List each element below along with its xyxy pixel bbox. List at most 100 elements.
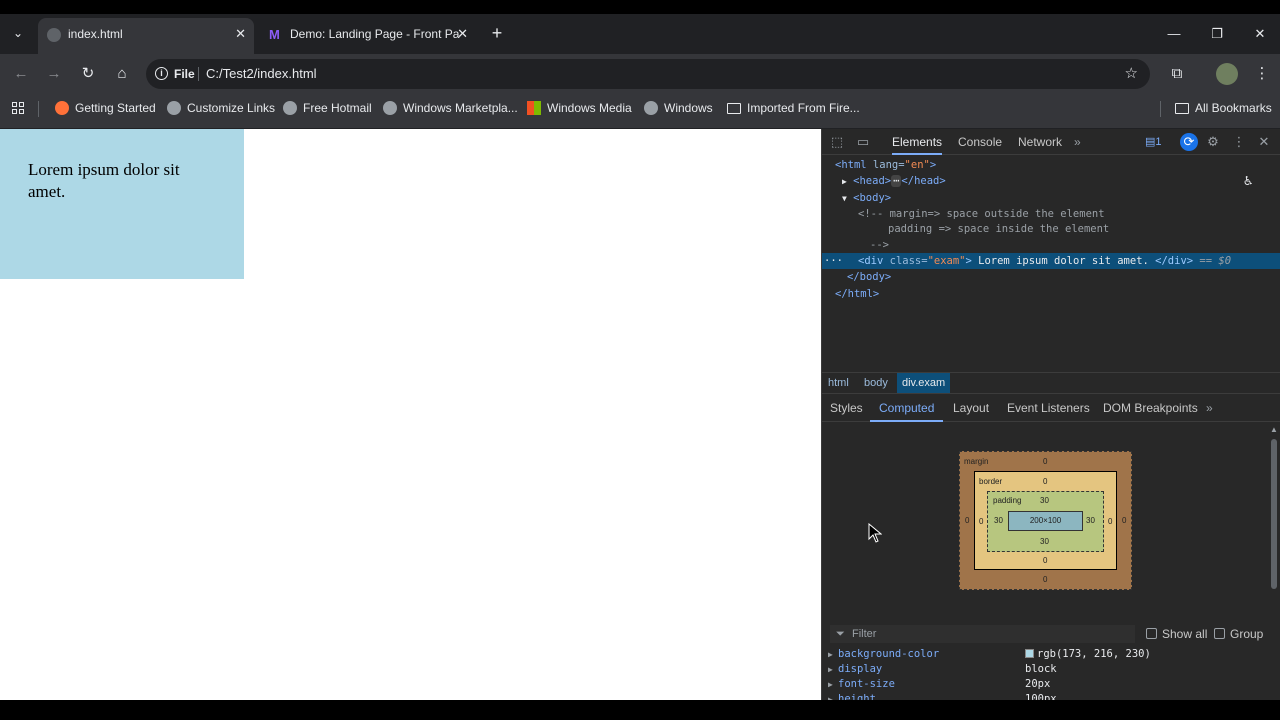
menu-icon[interactable]: ⋮ <box>1250 62 1274 86</box>
collapse-arrow-icon[interactable]: ▼ <box>842 194 847 203</box>
globe-icon <box>644 101 658 115</box>
property-row[interactable]: ▶ font-size 20px <box>822 677 1280 692</box>
bookmark-free-hotmail[interactable]: Free Hotmail <box>283 94 372 122</box>
box-model-border[interactable]: border 0 0 0 0 padding 30 30 30 30 200×1… <box>974 471 1117 570</box>
tab-elements[interactable]: Elements <box>892 129 943 155</box>
expand-arrow-icon[interactable]: ▶ <box>828 647 833 662</box>
property-name: font-size <box>838 678 895 690</box>
close-devtools-icon[interactable]: ✕ <box>1255 133 1273 151</box>
extensions-icon[interactable]: ⧉ <box>1165 62 1189 86</box>
all-bookmarks[interactable]: All Bookmarks <box>1175 94 1272 122</box>
bookmark-windows[interactable]: Windows <box>644 94 713 122</box>
group-checkbox[interactable] <box>1214 628 1225 639</box>
box-model-margin[interactable]: margin 0 0 0 0 border 0 0 0 0 padding 30… <box>959 451 1132 590</box>
breadcrumb-html[interactable]: html <box>828 373 849 393</box>
tab-demo-landing[interactable]: M Demo: Landing Page - Front Pa ✕ <box>260 18 476 54</box>
accessibility-icon[interactable]: ♿ <box>1244 173 1252 189</box>
home-icon[interactable]: ⌂ <box>110 62 134 86</box>
exam-text: Lorem ipsum dolor sit amet. <box>28 160 180 201</box>
scrollbar[interactable] <box>1271 439 1277 589</box>
more-subtabs-icon[interactable]: » <box>1206 394 1213 422</box>
dom-line-html-close[interactable]: </html> <box>822 286 1280 302</box>
tab-strip: ⌄ index.html ✕ M Demo: Landing Page - Fr… <box>0 14 1280 54</box>
close-tab-icon[interactable]: ✕ <box>235 18 246 50</box>
folder-icon <box>727 103 741 114</box>
forward-icon[interactable]: → <box>42 62 66 86</box>
close-window-icon[interactable]: ✕ <box>1248 22 1272 46</box>
apps-icon[interactable] <box>12 102 24 114</box>
color-swatch[interactable] <box>1025 649 1034 658</box>
tab-console[interactable]: Console <box>958 129 1002 155</box>
more-tabs-icon[interactable]: » <box>1074 129 1081 155</box>
subtab-dom-breakpoints[interactable]: DOM Breakpoints <box>1103 394 1198 422</box>
issues-badge[interactable]: ▤1 <box>1145 129 1162 155</box>
box-model-content[interactable]: 200×100 <box>1008 511 1083 531</box>
breadcrumb-body[interactable]: body <box>864 373 888 393</box>
breadcrumb-div-exam[interactable]: div.exam <box>897 373 951 393</box>
restore-icon[interactable]: ❐ <box>1205 22 1229 46</box>
new-tab-icon[interactable]: + <box>486 22 508 44</box>
property-value: rgb(173, 216, 230) <box>1025 647 1151 662</box>
dom-line-body-close[interactable]: </body> <box>822 269 1280 285</box>
show-all-checkbox[interactable] <box>1146 628 1157 639</box>
subtab-computed[interactable]: Computed <box>870 394 944 422</box>
margin-right: 0 <box>1122 516 1127 525</box>
box-model-padding[interactable]: padding 30 30 30 30 200×100 <box>987 491 1104 552</box>
bookmark-windows-marketplace[interactable]: Windows Marketpla... <box>383 94 518 122</box>
tab-title: index.html <box>68 27 123 41</box>
tab-search-icon[interactable]: ⌄ <box>6 21 30 45</box>
scroll-up-icon[interactable]: ▲ <box>1270 425 1278 434</box>
exam-div: Lorem ipsum dolor sit amet. <box>0 129 244 279</box>
more-dots-icon[interactable]: ··· <box>824 253 843 269</box>
expand-arrow-icon[interactable]: ▶ <box>828 677 833 692</box>
scheme-label: File <box>174 67 195 81</box>
tab-title: Demo: Landing Page - Front Pa <box>290 27 460 41</box>
group-label: Group <box>1230 627 1264 641</box>
property-row[interactable]: ▶ display block <box>822 662 1280 677</box>
globe-icon <box>167 101 181 115</box>
address-bar[interactable]: i File C:/Test2/index.html ☆ <box>146 59 1150 89</box>
dom-line-comment[interactable]: <!-- margin=> space outside the element <box>822 206 1280 222</box>
more-options-icon[interactable]: ⋮ <box>1230 133 1248 151</box>
sync-icon[interactable]: ⟳ <box>1180 133 1198 151</box>
m-logo-icon: M <box>269 27 280 42</box>
back-icon[interactable]: ← <box>9 62 33 86</box>
inspect-element-icon[interactable]: ⬚ <box>828 133 846 151</box>
close-tab-icon[interactable]: ✕ <box>457 18 468 50</box>
subtab-styles[interactable]: Styles <box>830 394 863 422</box>
dom-line-html[interactable]: <html lang="en"> <box>822 157 1280 173</box>
bookmark-windows-media[interactable]: Windows Media <box>527 94 632 122</box>
dom-tree: <html lang="en"> ▶ <head> ⋯ </head> ▼ <bod… <box>822 155 1280 375</box>
property-name: background-color <box>838 648 940 660</box>
avatar[interactable] <box>1216 63 1238 85</box>
settings-gear-icon[interactable]: ⚙ <box>1204 133 1222 151</box>
tab-index-html[interactable]: index.html ✕ <box>38 18 254 54</box>
border-bottom: 0 <box>1043 556 1048 565</box>
bookmark-star-icon[interactable]: ☆ <box>1125 59 1138 89</box>
bookmark-imported-folder[interactable]: Imported From Fire... <box>727 94 860 122</box>
site-info-icon[interactable]: i <box>155 67 168 80</box>
folder-icon <box>1175 103 1189 114</box>
subtab-event-listeners[interactable]: Event Listeners <box>1007 394 1090 422</box>
expand-arrow-icon[interactable]: ▶ <box>828 662 833 677</box>
border-left: 0 <box>979 517 984 526</box>
dom-line-div-selected[interactable]: ··· <div class="exam"> Lorem ipsum dolor… <box>822 253 1280 269</box>
bookmark-getting-started[interactable]: Getting Started <box>55 94 156 122</box>
subtab-layout[interactable]: Layout <box>953 394 989 422</box>
dom-line-body[interactable]: ▼ <body> <box>822 190 1280 206</box>
computed-properties: ▶ background-color rgb(173, 216, 230) ▶ … <box>822 647 1280 705</box>
reload-icon[interactable]: ↻ <box>76 62 100 86</box>
dom-line-head[interactable]: ▶ <head> ⋯ </head> <box>822 173 1280 189</box>
property-row[interactable]: ▶ background-color rgb(173, 216, 230) <box>822 647 1280 662</box>
url-text[interactable]: C:/Test2/index.html <box>206 59 317 89</box>
minimize-icon[interactable]: — <box>1162 22 1186 46</box>
bookmark-customize-links[interactable]: Customize Links <box>167 94 275 122</box>
margin-top: 0 <box>1043 457 1048 466</box>
expand-arrow-icon[interactable]: ▶ <box>842 177 847 186</box>
tab-network[interactable]: Network <box>1018 129 1062 155</box>
page-viewport: Lorem ipsum dolor sit amet. <box>0 129 821 700</box>
globe-icon <box>283 101 297 115</box>
divider <box>38 101 39 117</box>
filter-input[interactable]: Filter <box>830 625 1135 643</box>
device-toolbar-icon[interactable]: ▭ <box>854 133 872 151</box>
